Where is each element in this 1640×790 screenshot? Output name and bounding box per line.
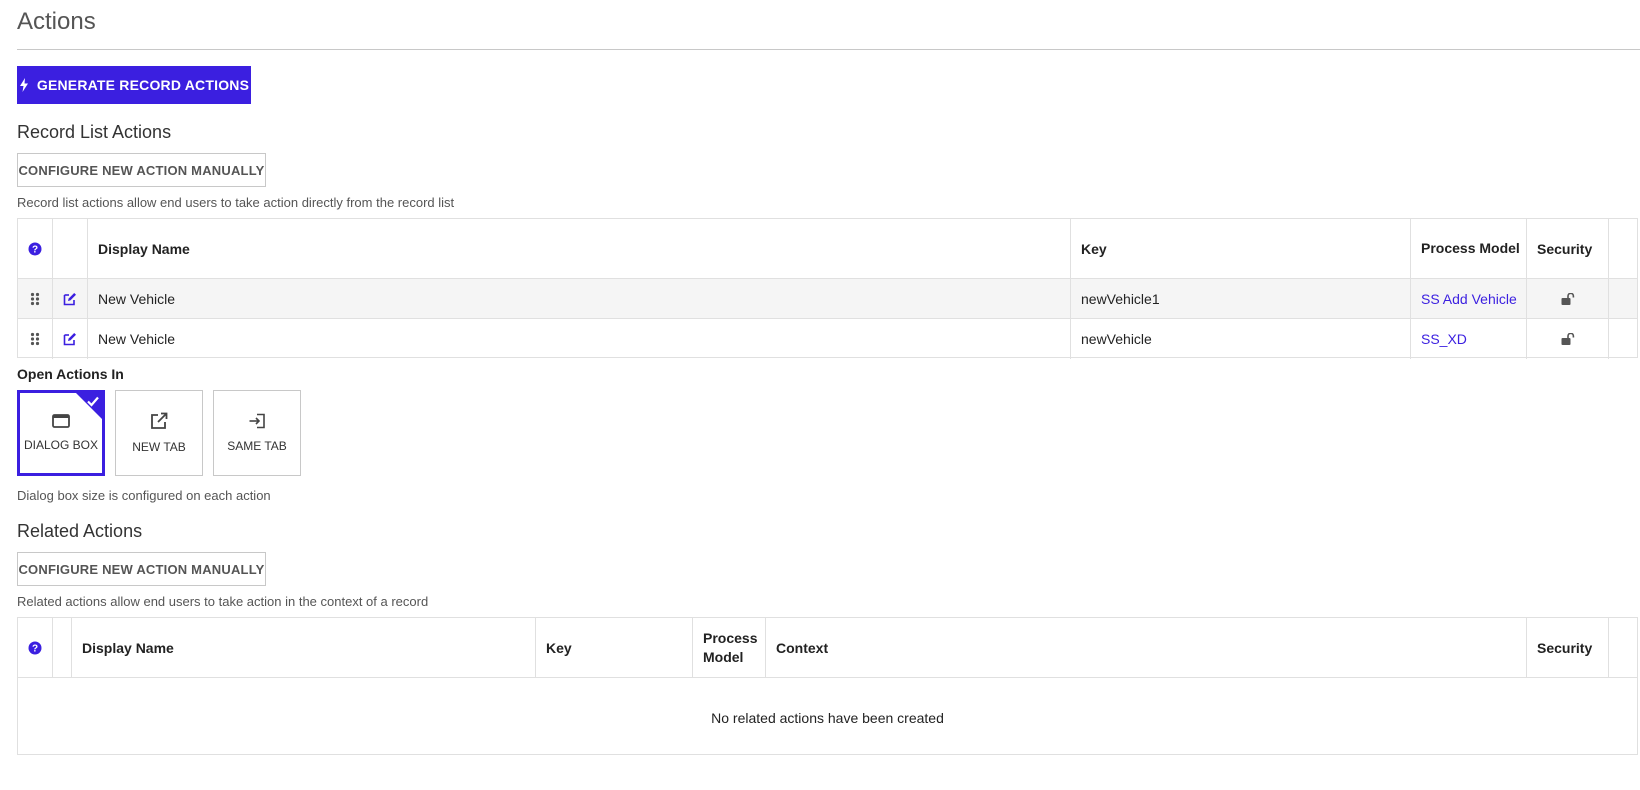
header-key: Key <box>535 618 692 677</box>
window-icon <box>52 414 70 428</box>
table-row[interactable]: New Vehicle newVehicle1 SS Add Vehicle <box>18 279 1637 319</box>
record-list-actions-hint: Record list actions allow end users to t… <box>17 195 455 210</box>
header-display-name: Display Name <box>71 618 535 677</box>
header-key: Key <box>1070 219 1410 278</box>
generate-record-actions-button[interactable]: GENERATE RECORD ACTIONS <box>17 66 251 104</box>
external-link-icon <box>151 412 168 429</box>
row-key: newVehicle1 <box>1070 279 1410 318</box>
row-display-name: New Vehicle <box>87 319 1070 359</box>
related-actions-title: Related Actions <box>17 521 143 541</box>
edit-icon[interactable] <box>63 332 77 346</box>
row-process-model-link[interactable]: SS Add Vehicle <box>1421 291 1517 307</box>
generate-button-label: GENERATE RECORD ACTIONS <box>36 77 250 93</box>
same-tab-label: SAME TAB <box>227 439 287 453</box>
header-display-name: Display Name <box>87 219 1070 278</box>
open-in-new-tab-option[interactable]: NEW TAB <box>115 390 203 476</box>
related-actions-hint: Related actions allow end users to take … <box>17 594 429 609</box>
drag-handle-icon[interactable] <box>30 292 40 306</box>
table-header-row: ? Display Name Key Process Model Context… <box>18 618 1637 678</box>
configure-related-action-button[interactable]: CONFIGURE NEW ACTION MANUALLY <box>17 552 266 586</box>
header-security: Security <box>1526 618 1608 677</box>
row-key: newVehicle <box>1070 319 1410 359</box>
header-edit-column <box>52 219 87 278</box>
table-header-row: ? Display Name Key Process Model Securit… <box>18 219 1637 279</box>
drag-handle-icon[interactable] <box>30 332 40 346</box>
header-context: Context <box>765 618 1526 677</box>
title-divider <box>17 49 1640 50</box>
page-title: Actions <box>17 8 96 35</box>
related-actions-table: ? Display Name Key Process Model Context… <box>17 617 1638 755</box>
table-row[interactable]: New Vehicle newVehicle SS_XD <box>18 319 1637 359</box>
unlock-icon[interactable] <box>1561 292 1575 305</box>
open-in-same-tab-option[interactable]: SAME TAB <box>213 390 301 476</box>
lightning-icon <box>19 78 28 92</box>
header-process-model: Process Model <box>1410 219 1526 278</box>
actions-page: Actions GENERATE RECORD ACTIONS Record L… <box>0 0 1640 790</box>
empty-related-actions-message: No related actions have been created <box>711 710 944 726</box>
row-display-name: New Vehicle <box>87 279 1070 318</box>
row-process-model-link[interactable]: SS_XD <box>1421 331 1467 347</box>
svg-text:?: ? <box>32 244 38 255</box>
checkmark-icon <box>87 396 99 407</box>
new-tab-label: NEW TAB <box>132 440 186 454</box>
help-icon[interactable]: ? <box>28 242 42 256</box>
edit-icon[interactable] <box>63 292 77 306</box>
open-actions-in-label: Open Actions In <box>17 366 124 382</box>
record-list-actions-table: ? Display Name Key Process Model Securit… <box>17 218 1638 359</box>
help-icon[interactable]: ? <box>28 641 42 655</box>
record-list-actions-title: Record List Actions <box>17 122 172 142</box>
configure-record-list-action-button[interactable]: CONFIGURE NEW ACTION MANUALLY <box>17 153 266 187</box>
unlock-icon[interactable] <box>1561 333 1575 345</box>
svg-text:?: ? <box>32 643 38 654</box>
header-security: Security <box>1526 219 1608 278</box>
open-in-dialog-box-option[interactable]: DIALOG BOX <box>17 390 105 476</box>
header-process-model: Process Model <box>692 618 765 677</box>
dialog-box-label: DIALOG BOX <box>23 438 99 452</box>
sign-in-icon <box>249 413 265 429</box>
dialog-box-size-hint: Dialog box size is configured on each ac… <box>17 488 271 503</box>
